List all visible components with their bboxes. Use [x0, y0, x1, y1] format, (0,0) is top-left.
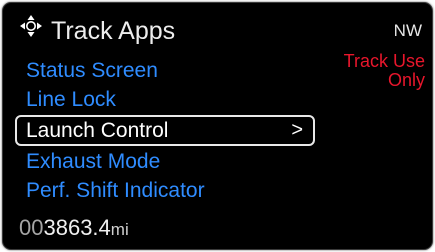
odometer-leading-zeros: 00: [19, 215, 44, 240]
compass-heading: NW: [393, 21, 422, 40]
track-use-warning: Track Use Only: [325, 52, 425, 90]
menu-item-label: Status Screen: [26, 59, 158, 82]
menu-item-label: Exhaust Mode: [26, 150, 161, 173]
menu-item-line-lock[interactable]: Line Lock: [15, 85, 325, 114]
track-apps-menu: Status Screen Line Lock Launch Control >…: [15, 56, 325, 205]
display-screen: Track Apps NW Status Screen Line Lock La…: [2, 2, 433, 250]
warning-line-2: Only: [387, 70, 425, 90]
menu-item-label: Perf. Shift Indicator: [26, 179, 205, 202]
menu-item-label: Line Lock: [26, 88, 116, 111]
odometer-value: 3863.4: [43, 215, 111, 240]
menu-item-launch-control[interactable]: Launch Control >: [15, 115, 315, 146]
header-bar: Track Apps NW: [3, 3, 432, 49]
warning-line-1: Track Use: [343, 51, 425, 71]
page-title: Track Apps: [51, 17, 176, 45]
menu-item-status-screen[interactable]: Status Screen: [15, 56, 325, 85]
odometer-unit: mi: [110, 220, 129, 239]
menu-item-label: Launch Control: [26, 119, 169, 142]
odometer: 003863.4mi: [19, 215, 129, 241]
chevron-right-icon: >: [291, 119, 303, 141]
menu-item-exhaust-mode[interactable]: Exhaust Mode: [15, 147, 325, 176]
menu-item-perf-shift-indicator[interactable]: Perf. Shift Indicator: [15, 176, 325, 205]
four-way-arrows-icon: [19, 14, 43, 38]
